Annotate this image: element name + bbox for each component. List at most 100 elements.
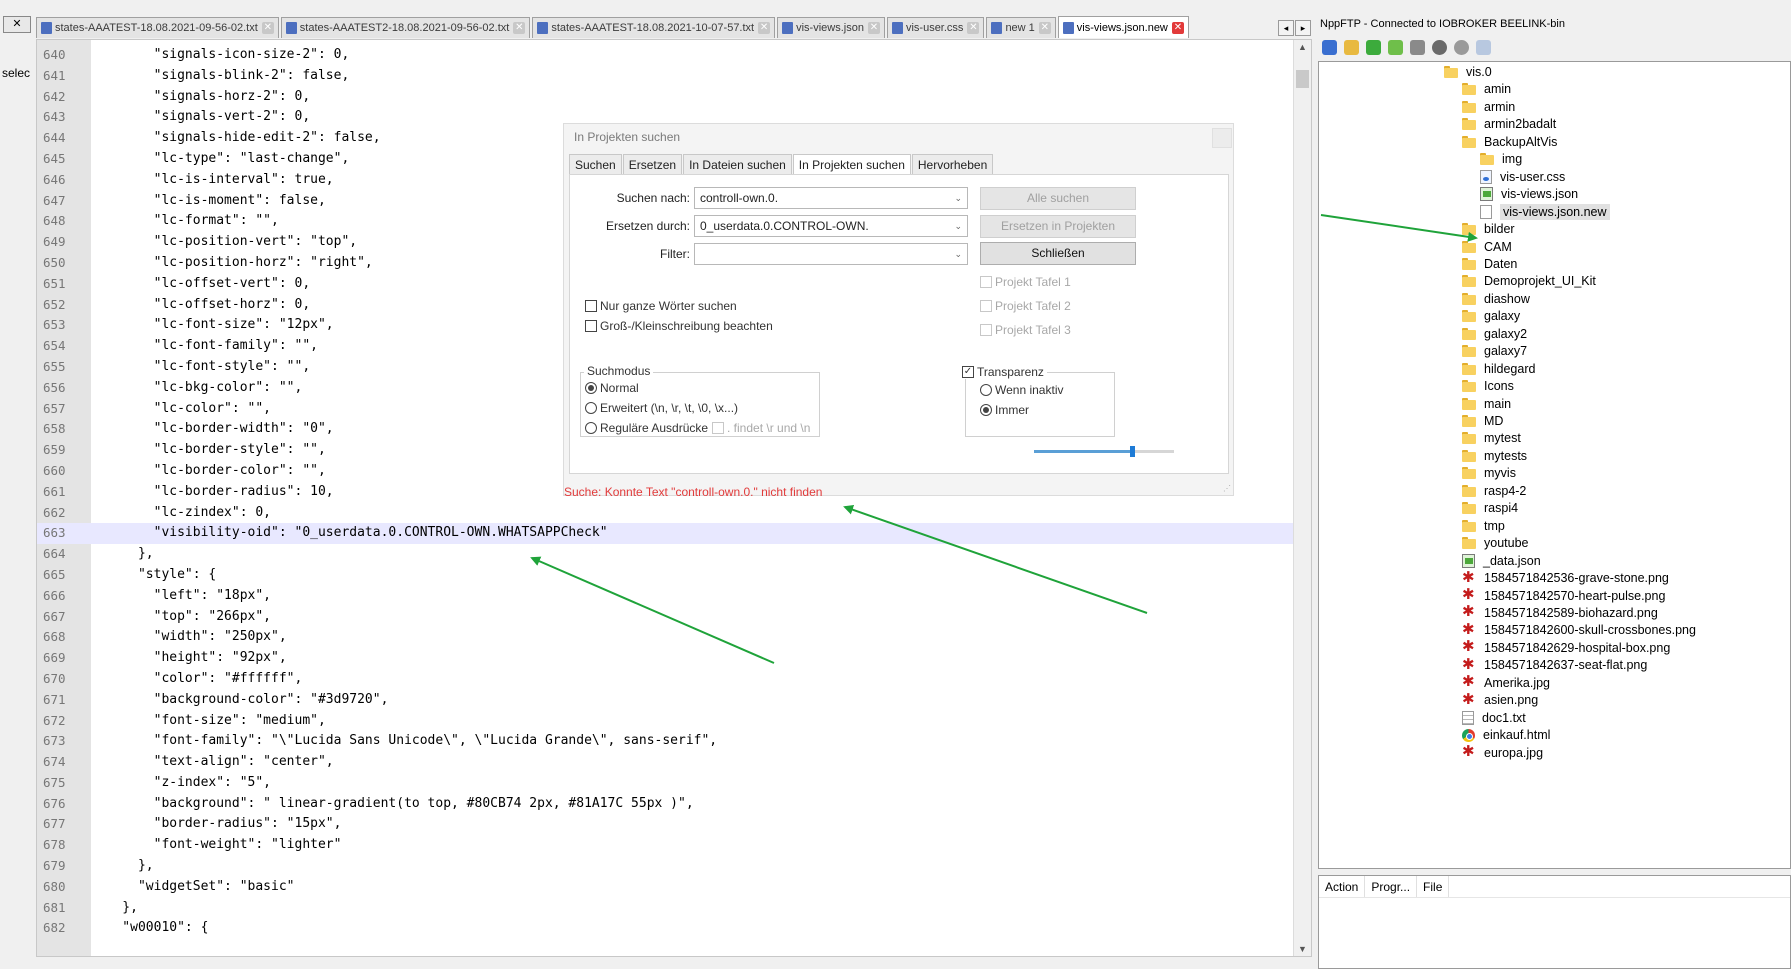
code-line[interactable]: 666 "left": "18px", [37,586,1293,607]
find-all-button[interactable]: Alle suchen [980,187,1136,210]
code-line[interactable]: 674 "text-align": "center", [37,752,1293,773]
project-1-checkbox[interactable]: Projekt Tafel 1 [980,275,1071,289]
queue-column-0[interactable]: Action [1319,876,1366,897]
project-3-checkbox[interactable]: Projekt Tafel 3 [980,323,1071,337]
transparency-slider[interactable] [1034,446,1174,457]
whole-words-checkbox[interactable]: Nur ganze Wörter suchen [585,299,737,313]
tab-0[interactable]: states-AAATEST-18.08.2021-09-56-02.txt ✕ [36,17,279,38]
line-text: "z-index": "5", [91,774,272,790]
queue-column-1[interactable]: Progr... [1365,876,1418,897]
download-icon[interactable] [1366,39,1381,55]
chevron-down-icon[interactable]: ⌄ [954,244,962,264]
tab-1[interactable]: states-AAATEST2-18.08.2021-09-56-02.txt ✕ [280,17,531,38]
code-line[interactable]: 662 "lc-zindex": 0, [37,503,1293,524]
resize-grip-icon[interactable]: ⋰ [1223,484,1231,493]
code-line[interactable]: 678 "font-weight": "lighter" [37,835,1293,856]
line-number: 662 [43,504,66,520]
tab-2[interactable]: states-AAATEST-18.08.2021-10-07-57.txt ✕ [532,17,776,38]
close-icon[interactable]: ✕ [3,16,31,33]
close-icon[interactable]: ✕ [1171,21,1184,34]
dialog-tab-0[interactable]: Suchen [569,154,622,175]
always-radio[interactable]: Immer [980,403,1029,417]
tab-3[interactable]: vis-views.json ✕ [777,17,885,38]
gear-icon[interactable] [1454,39,1469,55]
close-icon[interactable]: ✕ [867,22,880,34]
scroll-up-icon[interactable]: ▲ [1298,42,1307,52]
replace-in-projects-button[interactable]: Ersetzen in Projekten [980,215,1136,238]
tree-node-label: doc1.txt [1482,710,1526,725]
when-inactive-radio[interactable]: Wenn inaktiv [980,383,1063,397]
code-line[interactable]: 665 "style": { [37,565,1293,586]
dialog-tab-3[interactable]: In Projekten suchen [792,154,911,175]
editor-scrollbar[interactable]: ▲ ▼ [1293,40,1311,956]
close-icon[interactable]: ✕ [1038,22,1051,34]
filter-input[interactable]: ⌄ [694,243,968,265]
tab-label: states-AAATEST2-18.08.2021-09-56-02.txt [299,22,510,34]
tab-4[interactable]: vis-user.css ✕ [886,17,985,38]
find-input[interactable]: controll-own.0. ⌄ [694,187,968,209]
code-line[interactable]: 670 "color": "#ffffff", [37,669,1293,690]
filter-label: Filter: [660,247,690,261]
replace-input[interactable]: 0_userdata.0.CONTROL-OWN. ⌄ [694,215,968,237]
scroll-down-icon[interactable]: ▼ [1298,944,1307,954]
chevron-down-icon[interactable]: ⌄ [954,216,962,236]
project-2-checkbox[interactable]: Projekt Tafel 2 [980,299,1071,313]
line-number: 675 [43,774,66,790]
line-text: "signals-hide-edit-2": false, [91,130,381,146]
line-number: 648 [43,213,66,229]
tree-node[interactable]: europa.jpg [1462,742,1543,763]
code-line[interactable]: 682 "w00010": { [37,918,1293,939]
code-line[interactable]: 663 "visibility-oid": "0_userdata.0.CONT… [37,523,1293,545]
close-icon[interactable]: ✕ [261,22,274,34]
refresh-icon[interactable] [1410,39,1425,55]
always-label: Immer [995,403,1029,417]
message-window-icon[interactable] [1476,39,1491,55]
dialog-tab-4[interactable]: Hervorheben [911,154,994,175]
image-file-icon [1462,568,1477,586]
connect-icon[interactable] [1322,39,1337,55]
tree-node-label: 1584571842637-seat-flat.png [1484,658,1648,673]
code-line[interactable]: 668 "width": "250px", [37,627,1293,648]
code-line[interactable]: 679 }, [37,856,1293,877]
open-folder-icon[interactable] [1344,39,1359,55]
tab-5[interactable]: new 1 ✕ [986,17,1056,38]
dot-newline-checkbox[interactable]: . findet \r und \n [712,421,810,435]
code-line[interactable]: 676 "background": " linear-gradient(to t… [37,794,1293,815]
dialog-close-button[interactable] [1212,128,1232,148]
scroll-thumb[interactable] [1296,70,1309,88]
code-line[interactable]: 669 "height": "92px", [37,648,1293,669]
code-line[interactable]: 642 "signals-horz-2": 0, [37,87,1293,108]
mode-normal-radio[interactable]: Normal [585,381,639,395]
close-icon[interactable]: ✕ [513,22,526,34]
close-button[interactable]: Schließen [980,242,1136,265]
code-line[interactable]: 681 }, [37,898,1293,919]
close-icon[interactable]: ✕ [967,22,980,34]
code-line[interactable]: 664 }, [37,544,1293,565]
code-line[interactable]: 673 "font-family": "\"Lucida Sans Unicod… [37,731,1293,752]
mode-extended-radio[interactable]: Erweitert (\n, \r, \t, \0, \x...) [585,401,738,415]
code-line[interactable]: 680 "widgetSet": "basic" [37,877,1293,898]
code-line[interactable]: 672 "font-size": "medium", [37,711,1293,732]
close-icon[interactable]: ✕ [758,22,771,34]
dialog-tab-1[interactable]: Ersetzen [622,154,683,175]
mode-regex-radio[interactable]: Reguläre Ausdrücke [585,421,708,435]
queue-column-2[interactable]: File [1417,876,1450,897]
chevron-down-icon[interactable]: ⌄ [954,188,962,208]
code-line[interactable]: 641 "signals-blink-2": false, [37,66,1293,87]
dialog-tab-2[interactable]: In Dateien suchen [683,154,792,175]
code-line[interactable]: 640 "signals-icon-size-2": 0, [37,45,1293,66]
tab-scroll-right-icon[interactable]: ▸ [1295,20,1311,36]
code-line[interactable]: 675 "z-index": "5", [37,773,1293,794]
code-line[interactable]: 671 "background-color": "#3d9720", [37,690,1293,711]
upload-icon[interactable] [1388,39,1403,55]
mode-normal-label: Normal [600,381,639,395]
tab-6[interactable]: vis-views.json.new ✕ [1057,16,1189,38]
line-text: "height": "92px", [91,650,287,666]
code-line[interactable]: 667 "top": "266px", [37,607,1293,628]
code-line[interactable]: 677 "border-radius": "15px", [37,814,1293,835]
transparency-checkbox[interactable]: ✓ Transparenz [959,365,1047,379]
tab-scroll-left-icon[interactable]: ◂ [1278,20,1294,36]
transparency-slider-thumb[interactable] [1130,446,1135,457]
abort-icon[interactable] [1432,39,1447,55]
match-case-checkbox[interactable]: Groß-/Kleinschreibung beachten [585,319,773,333]
